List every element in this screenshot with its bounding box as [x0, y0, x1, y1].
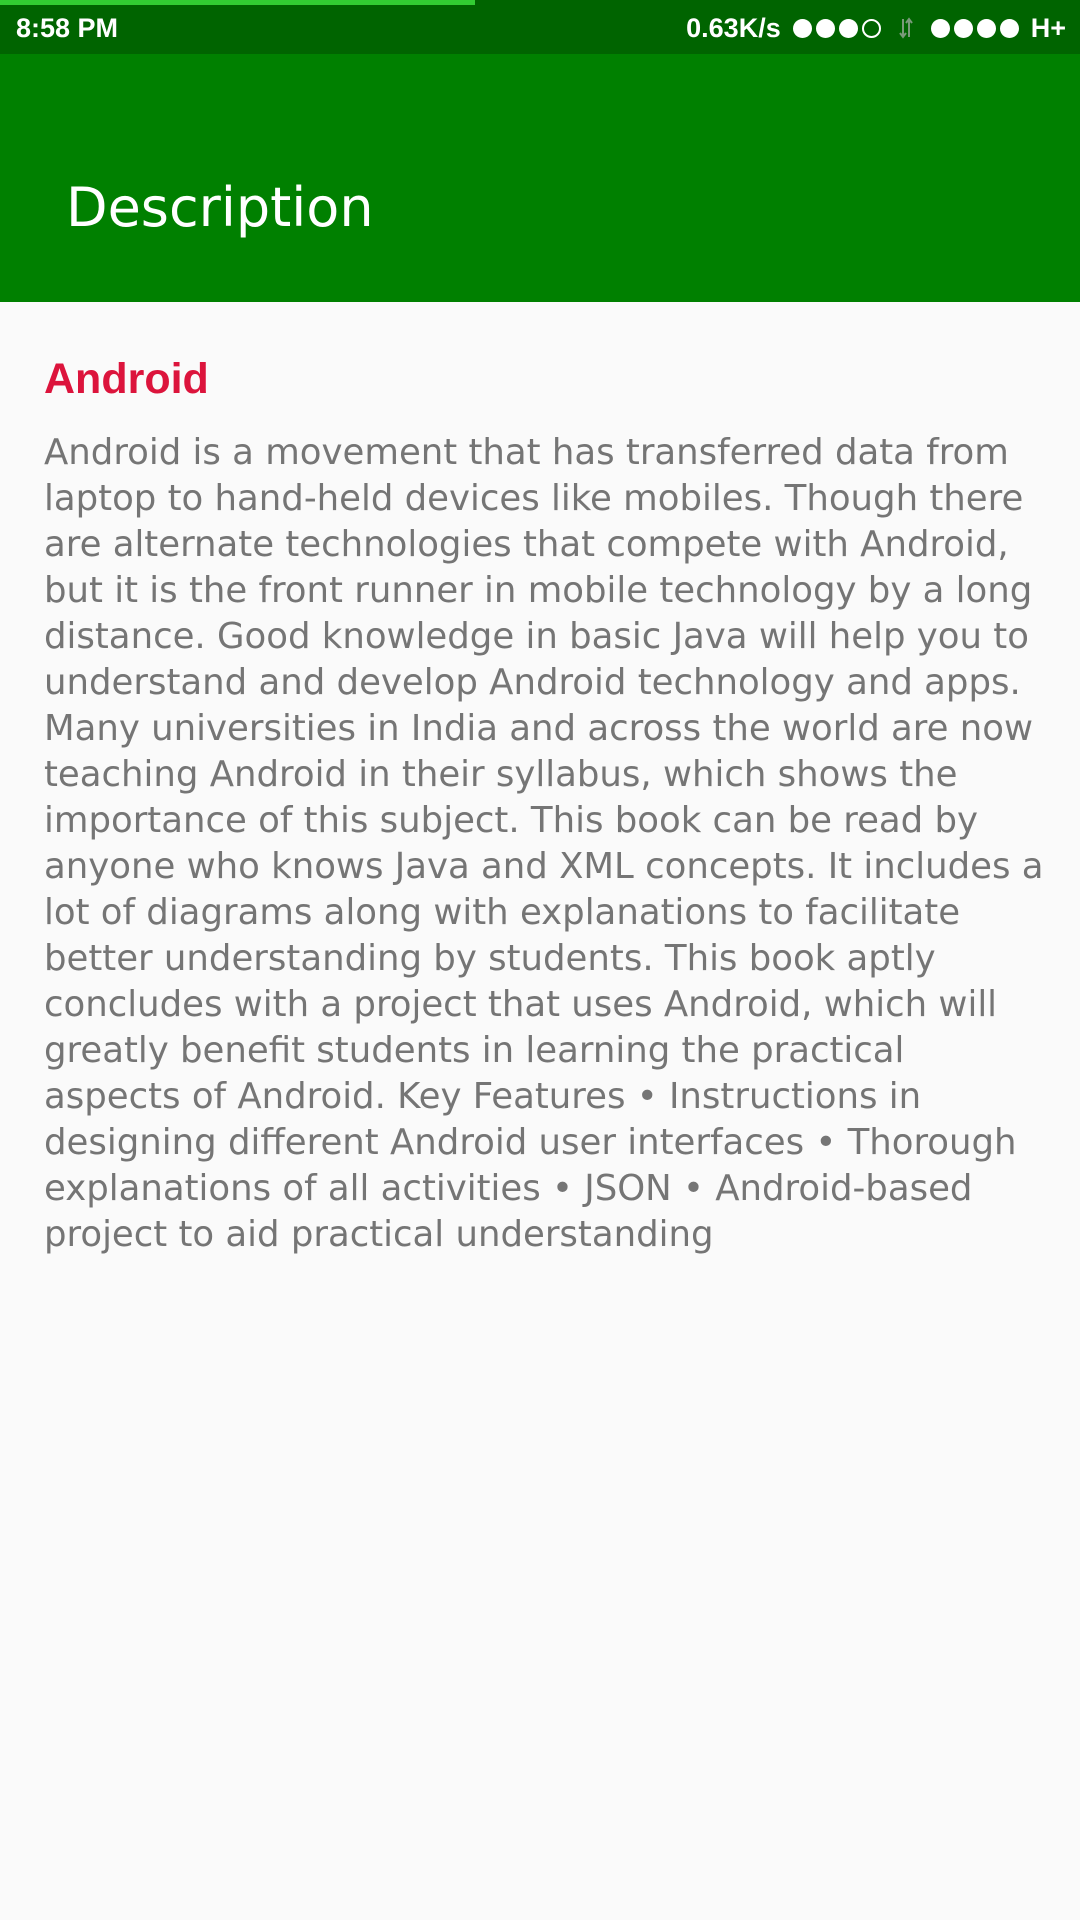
signal-dot [815, 18, 835, 38]
signal-strength-icon [930, 18, 1019, 38]
description-content: Android Android is a movement that has t… [44, 344, 1044, 1258]
page-title: Description [66, 176, 374, 239]
data-arrows-icon [898, 17, 913, 39]
signal-dot [792, 18, 812, 38]
signal-dot [861, 18, 881, 38]
signal-dot [930, 18, 950, 38]
network-type: H+ [1030, 12, 1066, 43]
status-time: 8:58 PM [16, 13, 119, 43]
book-title: Android [44, 355, 209, 403]
status-indicators: 0.63K/s H+ [686, 12, 1066, 44]
network-speed: 0.63K/s [686, 12, 781, 43]
page-load-progress [0, 0, 476, 5]
signal-dot [838, 18, 858, 38]
signal-dot [999, 18, 1019, 38]
book-description: Android is a movement that has transferr… [44, 432, 1044, 1255]
app-bar: Description [0, 54, 1080, 302]
status-bar: 8:58 PM 0.63K/s H+ [0, 0, 1080, 54]
signal-dot [953, 18, 973, 38]
signal-strength-icon [792, 18, 881, 38]
signal-dot [976, 18, 996, 38]
